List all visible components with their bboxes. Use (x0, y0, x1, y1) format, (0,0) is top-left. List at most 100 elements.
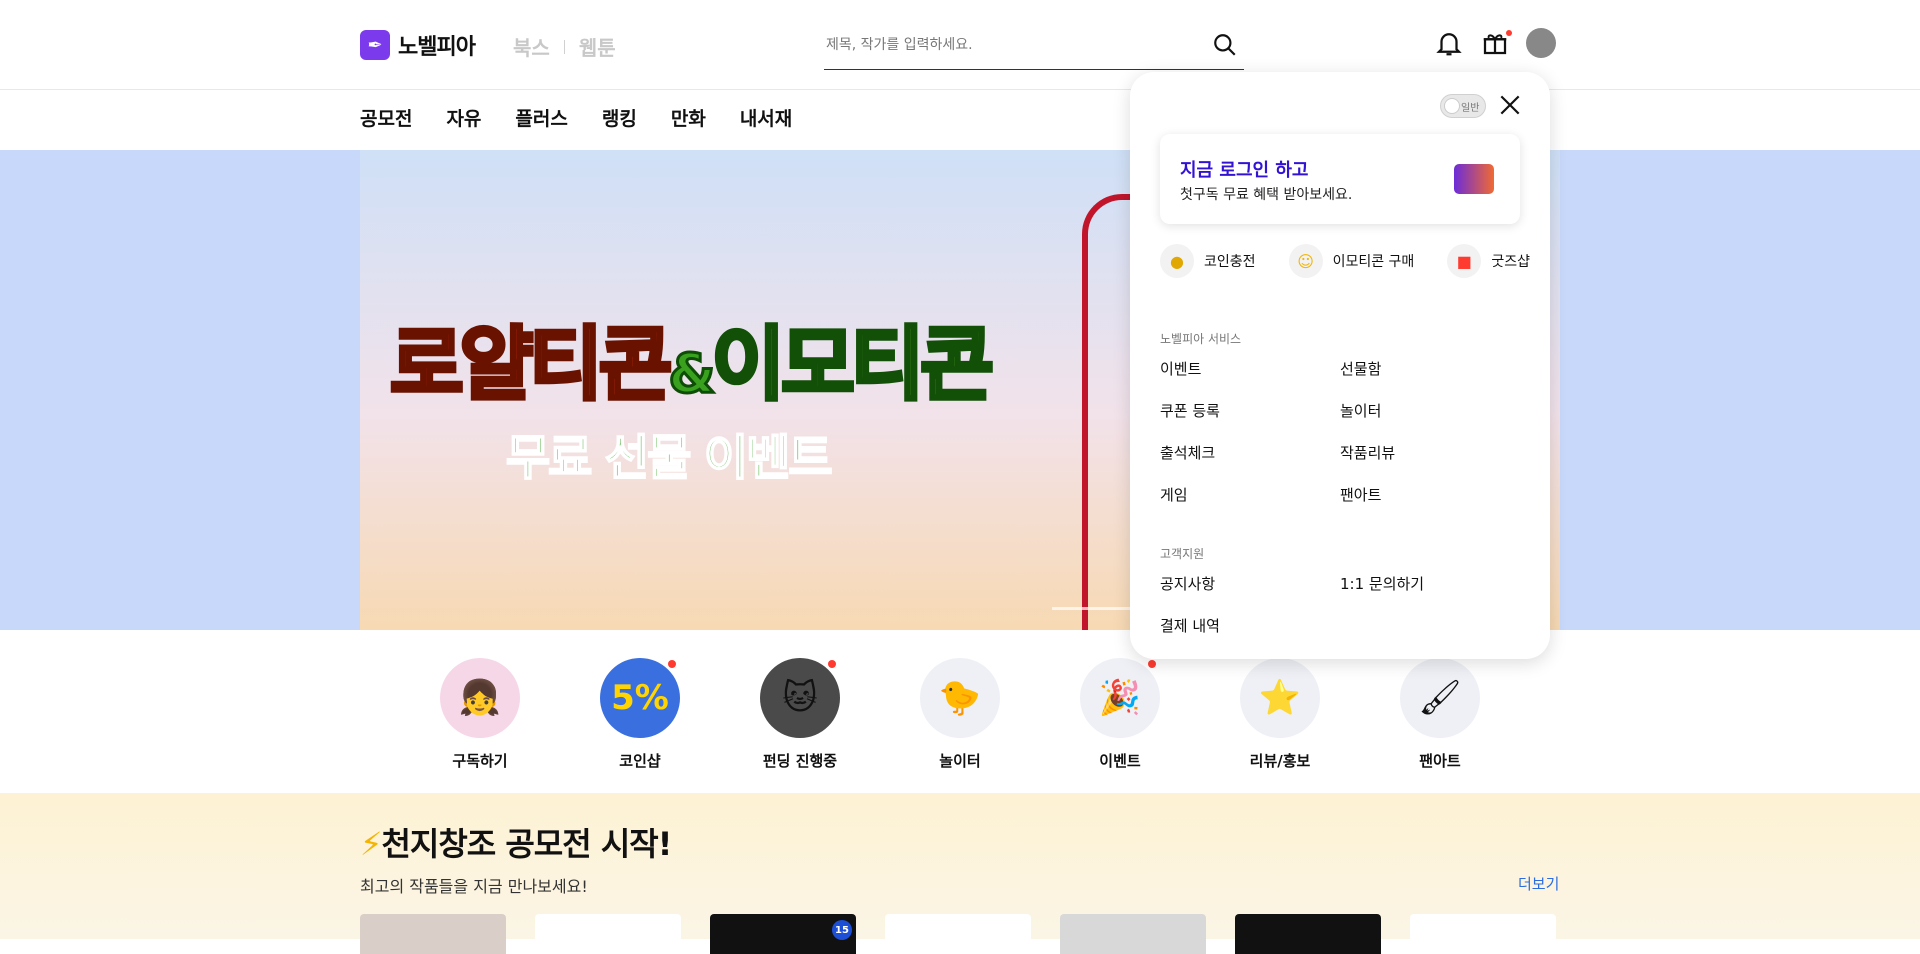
menu-item-notice[interactable]: 공지사항 (1160, 573, 1340, 593)
search-input[interactable] (824, 28, 1184, 62)
more-link[interactable]: 더보기 (1518, 873, 1559, 894)
work-thumbnail[interactable] (885, 914, 1031, 954)
quick-coin-charge[interactable]: ● 코인충전 (1160, 244, 1256, 278)
mode-toggle[interactable]: 일반 (1440, 94, 1486, 118)
notification-dot (828, 660, 836, 668)
fanart-icon: 🖌 (1400, 658, 1480, 738)
menu-item-coupon[interactable]: 쿠폰 등록 (1160, 400, 1340, 420)
quick-emoticon-buy[interactable]: ☺ 이모티콘 구매 (1288, 244, 1415, 278)
category-subscribe[interactable]: 👧 구독하기 (420, 658, 540, 771)
work-thumbnail[interactable] (360, 914, 506, 954)
toggle-knob (1444, 98, 1460, 114)
event-icon: 🎉 (1080, 658, 1160, 738)
menu-item-inquiry[interactable]: 1:1 문의하기 (1340, 573, 1520, 593)
nav-item-contest[interactable]: 공모전 (360, 104, 412, 131)
hero-title-a: 로얄티콘 (388, 316, 674, 413)
support-menu: 공지사항 1:1 문의하기 결제 내역 (1160, 573, 1520, 635)
category-playground[interactable]: 🐤 놀이터 (900, 658, 1020, 771)
quick-actions: ● 코인충전 ☺ 이모티콘 구매 ■ 굿즈샵 (1160, 244, 1530, 278)
hero-banner[interactable]: 로얄티콘&이모티콘 무료 선물 이벤트 (0, 150, 1920, 630)
category-label: 팬아트 (1419, 752, 1461, 770)
notification-dot (1148, 660, 1156, 668)
work-thumbnail[interactable]: 15 (710, 914, 856, 954)
category-funding[interactable]: 🐱 펀딩 진행중 (740, 658, 860, 771)
playground-icon: 🐤 (920, 658, 1000, 738)
work-thumbnail[interactable] (1235, 914, 1381, 954)
nav-item-library[interactable]: 내서재 (740, 104, 792, 131)
search-icon[interactable] (1212, 32, 1238, 58)
coin-shop-icon: 5% (600, 658, 680, 738)
category-label: 리뷰/홍보 (1249, 752, 1311, 770)
work-thumbnail[interactable] (535, 914, 681, 954)
close-icon[interactable] (1497, 92, 1523, 118)
notification-dot (668, 660, 676, 668)
category-coin-shop[interactable]: 5% 코인샵 (580, 658, 700, 771)
work-thumbnail[interactable] (1060, 914, 1206, 954)
gift-notification-dot (1506, 30, 1512, 36)
work-thumbnail[interactable] (1410, 914, 1556, 954)
main-nav: 공모전 자유 플러스 랭킹 만화 내서재 (360, 104, 826, 131)
brand-books-link[interactable]: 북스 (513, 32, 550, 61)
menu-item-payment-history[interactable]: 결제 내역 (1160, 615, 1340, 635)
category-review[interactable]: ⭐ 리뷰/홍보 (1220, 658, 1340, 771)
avatar[interactable] (1526, 28, 1556, 58)
age-rating-badge: 15 (832, 920, 852, 940)
contest-title-text: 천지창조 공모전 시작! (381, 825, 672, 863)
category-label: 이벤트 (1099, 752, 1141, 770)
brand-divider (563, 39, 565, 54)
login-card[interactable]: 지금 로그인 하고 첫구독 무료 혜택 받아보세요. (1160, 134, 1520, 224)
menu-item-game[interactable]: 게임 (1160, 484, 1340, 504)
contest-description: 최고의 작품들을 지금 만나보세요! (360, 877, 588, 896)
menu-item-attendance[interactable]: 출석체크 (1160, 442, 1340, 462)
subscribe-icon: 👧 (440, 658, 520, 738)
lightning-icon: ⚡ (360, 825, 382, 863)
smile-icon: ☺ (1288, 244, 1323, 278)
category-shortcuts: 👧 구독하기 5% 코인샵 🐱 펀딩 진행중 🐤 놀이터 🎉 이벤트 ⭐ 리뷰/… (0, 630, 1920, 793)
category-event[interactable]: 🎉 이벤트 (1060, 658, 1180, 771)
hero-title-b: 이모티콘 (709, 316, 995, 413)
brand-switcher: 북스 웹툰 (513, 32, 616, 61)
service-section-title: 노벨피아 서비스 (1160, 332, 1242, 346)
quick-label: 코인충전 (1204, 254, 1256, 270)
quick-goods-shop[interactable]: ■ 굿즈샵 (1447, 244, 1530, 278)
menu-item-review[interactable]: 작품리뷰 (1340, 442, 1520, 462)
login-description: 첫구독 무료 혜택 받아보세요. (1180, 187, 1353, 203)
category-fanart[interactable]: 🖌 팬아트 (1380, 658, 1500, 771)
bell-icon[interactable] (1434, 28, 1464, 58)
search-bar (824, 28, 1244, 70)
menu-item-gift-box[interactable]: 선물함 (1340, 358, 1520, 378)
nav-item-comics[interactable]: 만화 (671, 104, 706, 131)
category-label: 펀딩 진행중 (762, 752, 838, 770)
category-label: 놀이터 (939, 752, 981, 770)
quick-label: 굿즈샵 (1491, 254, 1530, 270)
support-section-title: 고객지원 (1160, 547, 1205, 561)
ticket-icon (1454, 164, 1494, 194)
category-label: 구독하기 (452, 752, 508, 770)
menu-item-fanart[interactable]: 팬아트 (1340, 484, 1520, 504)
coin-icon: ● (1160, 244, 1194, 278)
brand-webtoon-link[interactable]: 웹툰 (579, 32, 616, 61)
service-menu: 이벤트 선물함 쿠폰 등록 놀이터 출석체크 작품리뷰 게임 팬아트 (1160, 358, 1520, 504)
nav-item-free[interactable]: 자유 (446, 104, 481, 131)
contest-work-list: 15 (360, 914, 1585, 954)
header-actions (1434, 28, 1556, 58)
user-menu-panel: 일반 지금 로그인 하고 첫구독 무료 혜택 받아보세요. ● 코인충전 ☺ 이… (1130, 72, 1550, 659)
quick-label: 이모티콘 구매 (1332, 254, 1415, 270)
menu-item-playground[interactable]: 놀이터 (1340, 400, 1520, 420)
funding-icon: 🐱 (760, 658, 840, 738)
hero-title-amp: & (667, 341, 717, 407)
logo-text: 노벨피아 (398, 35, 476, 60)
review-icon: ⭐ (1240, 658, 1320, 738)
nav-item-ranking[interactable]: 랭킹 (602, 104, 637, 131)
logo[interactable]: ✒ 노벨피아 (360, 29, 476, 61)
logo-mark-icon: ✒ (360, 30, 390, 60)
gift-icon[interactable] (1480, 28, 1512, 58)
toggle-label: 일반 (1461, 102, 1480, 114)
menu-item-event[interactable]: 이벤트 (1160, 358, 1340, 378)
hero-subtitle: 무료 선물 이벤트 (505, 429, 834, 487)
header: ✒ 노벨피아 북스 웹툰 (0, 0, 1920, 90)
nav-item-plus[interactable]: 플러스 (515, 104, 567, 131)
contest-section: ⚡천지창조 공모전 시작! 최고의 작품들을 지금 만나보세요! 더보기 15 (0, 793, 1920, 954)
shopping-bag-icon: ■ (1447, 244, 1482, 278)
contest-title: ⚡천지창조 공모전 시작! (360, 819, 672, 865)
